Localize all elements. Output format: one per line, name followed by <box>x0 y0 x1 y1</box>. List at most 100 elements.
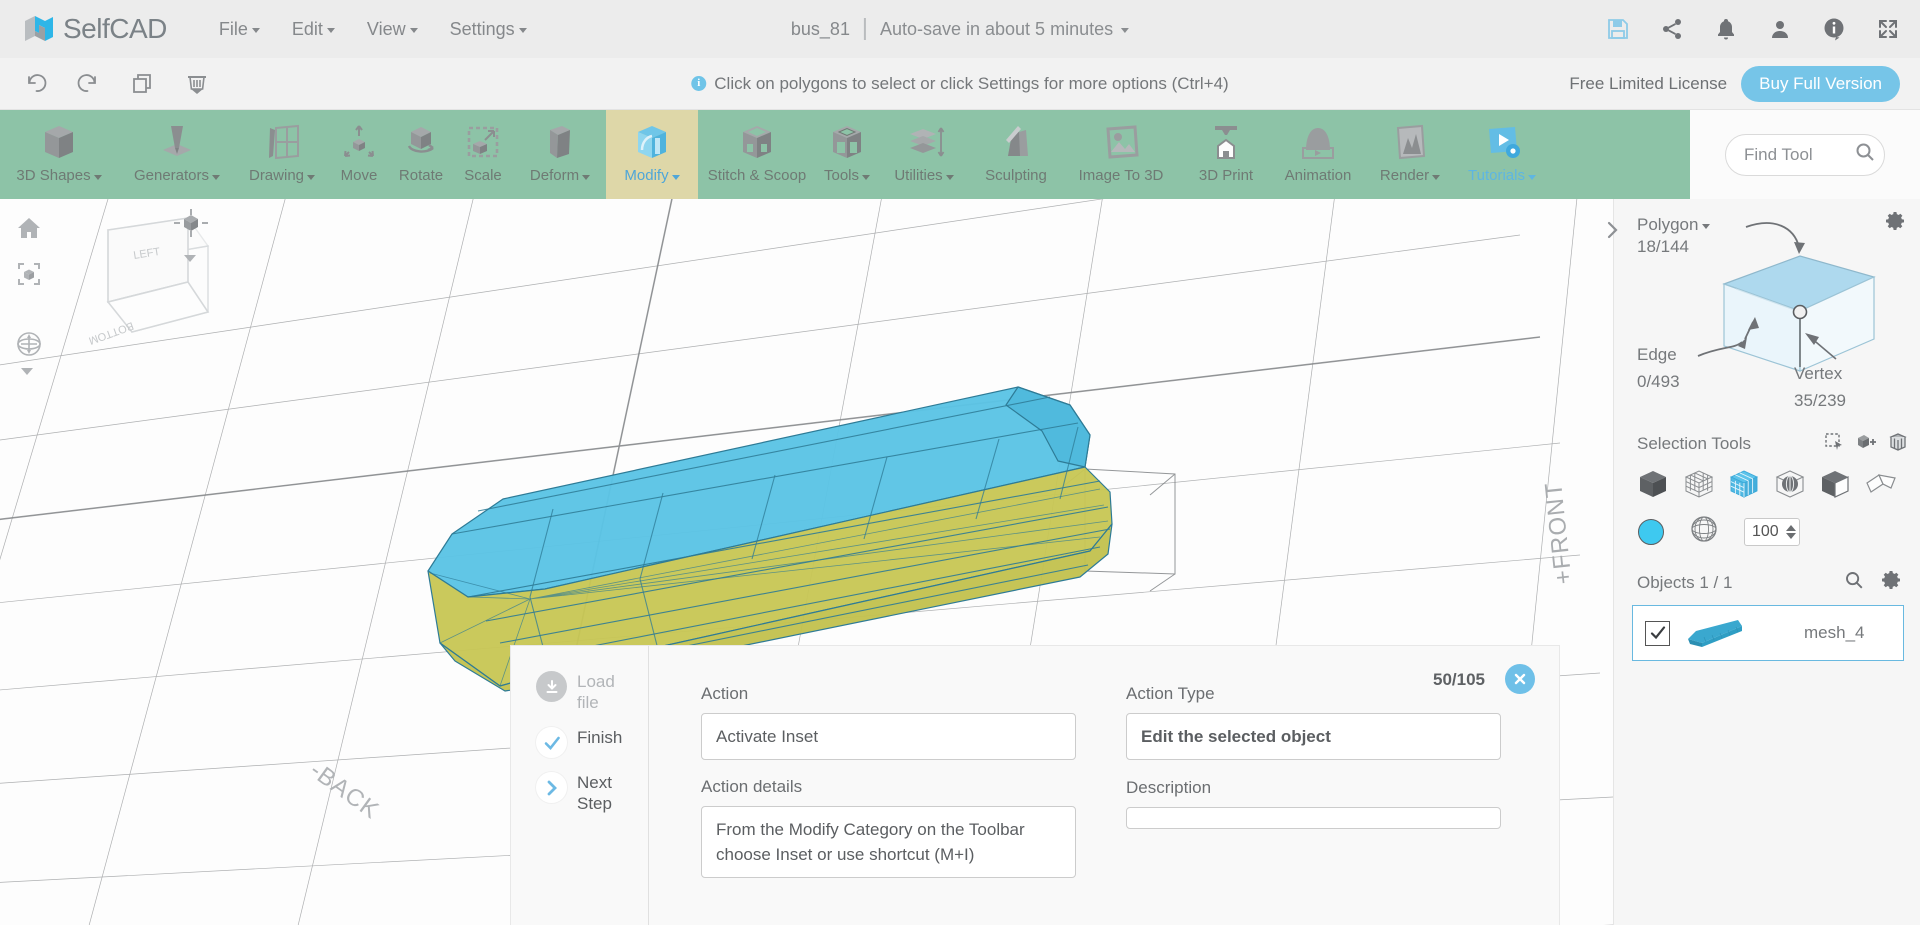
stepper-arrows-icon[interactable] <box>1786 524 1796 539</box>
menu-file[interactable]: File <box>203 13 276 46</box>
toolbar-label: Utilities <box>894 168 954 184</box>
opacity-stepper[interactable]: 100 <box>1744 517 1800 546</box>
autosave-status: Auto-save in about 5 minutes <box>879 18 1114 39</box>
toolbar-item-3d-shapes[interactable]: 3D Shapes <box>0 110 118 199</box>
toolbar-item-utilities[interactable]: Utilities <box>878 110 970 199</box>
texture-sphere-icon[interactable] <box>1690 515 1718 548</box>
buy-full-version-button[interactable]: Buy Full Version <box>1741 65 1900 102</box>
gear-icon[interactable] <box>1882 570 1902 595</box>
toolbar-item-3d-print[interactable]: 3D Print <box>1180 110 1272 199</box>
toolbar-item-drawing[interactable]: Drawing <box>236 110 328 199</box>
fit-to-view-icon[interactable] <box>14 259 44 289</box>
list-item[interactable]: mesh_4 <box>1632 605 1904 661</box>
title-divider <box>863 18 866 40</box>
through-select-icon[interactable] <box>1888 432 1908 457</box>
secondary-toolbar: i Click on polygons to select or click S… <box>0 58 1920 110</box>
polygon-select-icon[interactable] <box>1727 467 1761 501</box>
add-select-icon[interactable] <box>1856 432 1876 457</box>
hint-text: Click on polygons to select or click Set… <box>714 73 1229 93</box>
toolbar-item-image-to-3d[interactable]: Image To 3D <box>1062 110 1180 199</box>
user-account-icon[interactable] <box>1768 17 1792 41</box>
half-select-icon[interactable] <box>1818 467 1852 501</box>
redo-icon[interactable] <box>76 71 102 97</box>
toolbar-item-move[interactable]: Move <box>328 110 390 199</box>
action-type-field-value[interactable]: Edit the selected object <box>1126 713 1501 760</box>
orbit-icon[interactable] <box>14 329 44 359</box>
toolbar-item-tutorials[interactable]: Tutorials <box>1456 110 1548 199</box>
delete-trash-icon[interactable] <box>184 71 210 97</box>
vertex-select-icon[interactable] <box>1682 467 1716 501</box>
search-icon[interactable] <box>1844 570 1864 595</box>
action-field-label: Action <box>701 684 749 703</box>
viewcube-tools <box>172 207 210 268</box>
selection-mini-icons <box>1824 432 1908 457</box>
toolbar-label: 3D Shapes <box>16 168 102 184</box>
menu-edit[interactable]: Edit <box>276 13 351 46</box>
perspective-dropdown-caret-icon[interactable] <box>182 250 210 268</box>
generator-icon <box>153 116 201 168</box>
status-hint: i Click on polygons to select or click S… <box>691 73 1229 94</box>
object-select-icon[interactable] <box>1636 467 1670 501</box>
copy-icon[interactable] <box>130 71 156 97</box>
action-field-value[interactable]: Activate Inset <box>701 713 1076 760</box>
info-icon[interactable] <box>1822 17 1846 41</box>
orbit-dropdown-caret-icon[interactable] <box>19 363 44 381</box>
toolbar-item-tools[interactable]: Tools <box>816 110 878 199</box>
sphere-select-icon[interactable] <box>1773 467 1807 501</box>
home-view-icon[interactable] <box>14 213 44 243</box>
tutorial-step-finish[interactable]: Finish <box>536 727 648 758</box>
toolbar-item-animation[interactable]: Animation <box>1272 110 1364 199</box>
polygon-stat[interactable]: Polygon 18/144 <box>1637 215 1711 257</box>
deform-icon <box>536 116 584 168</box>
tutorial-step-label: Finish <box>577 728 623 747</box>
description-field-value[interactable] <box>1126 807 1501 829</box>
edge-stat: Edge 0/493 <box>1637 345 1680 392</box>
undo-icon[interactable] <box>22 71 48 97</box>
chevron-down-icon[interactable] <box>1702 224 1711 229</box>
render-icon <box>1386 116 1434 168</box>
perspective-toggle-icon[interactable] <box>172 209 210 245</box>
toolbar-item-generators[interactable]: Generators <box>118 110 236 199</box>
share-icon[interactable] <box>1660 17 1684 41</box>
toolbar-item-modify[interactable]: Modify <box>606 110 698 199</box>
object-visibility-checkbox[interactable] <box>1645 620 1670 646</box>
save-icon[interactable] <box>1606 17 1630 41</box>
close-icon[interactable] <box>1505 664 1535 694</box>
polygon-stat-value: 18/144 <box>1637 237 1689 256</box>
search-icon[interactable] <box>1854 141 1876 168</box>
check-icon <box>536 727 567 758</box>
view-cube[interactable]: LEFT BOTTOM <box>60 204 240 399</box>
selection-tools-header: Selection Tools <box>1614 429 1920 459</box>
tutorial-step-next[interactable]: Next Step <box>536 772 648 814</box>
brand-logo[interactable]: SelfCAD <box>22 12 167 46</box>
rect-select-icon[interactable] <box>1824 432 1844 457</box>
mesh-statistics: Polygon 18/144 Edge 0/493 Vertex 35/239 <box>1614 199 1920 429</box>
material-row: 100 <box>1614 501 1920 548</box>
toolbar-item-rotate[interactable]: Rotate <box>390 110 452 199</box>
menu-items: File Edit View Settings <box>203 13 543 46</box>
toolbar-item-sculpting[interactable]: Sculpting <box>970 110 1062 199</box>
toolbar-item-render[interactable]: Render <box>1364 110 1456 199</box>
tutorial-step-load-file[interactable]: Load file <box>536 671 648 713</box>
cube-icon <box>35 116 83 168</box>
notifications-bell-icon[interactable] <box>1714 17 1738 41</box>
menu-view-label: View <box>366 18 406 39</box>
tutorial-col-right: Action Type Edit the selected object Des… <box>1126 684 1501 878</box>
chevron-down-icon[interactable] <box>1121 28 1130 33</box>
hint-info-icon: i <box>691 76 707 91</box>
color-swatch[interactable] <box>1638 518 1664 545</box>
face-select-icon[interactable] <box>1864 467 1898 501</box>
find-tool-input[interactable]: Find Tool <box>1725 133 1885 176</box>
fullscreen-icon[interactable] <box>1876 17 1900 41</box>
menu-view[interactable]: View <box>351 13 434 46</box>
right-sidebar: Polygon 18/144 Edge 0/493 Vertex 35/239 … <box>1613 199 1920 925</box>
toolbar-item-scale[interactable]: Scale <box>452 110 514 199</box>
brand-name: SelfCAD <box>63 13 167 44</box>
toolbar-item-stitch-scoop[interactable]: Stitch & Scoop <box>698 110 816 199</box>
sculpting-icon <box>992 116 1040 168</box>
action-details-field-value[interactable]: From the Modify Category on the Toolbar … <box>701 806 1076 878</box>
panel-collapse-toggle[interactable] <box>1597 215 1627 245</box>
menu-settings[interactable]: Settings <box>434 13 543 46</box>
tutorial-fields: Action Activate Inset Action details Fro… <box>649 646 1559 878</box>
toolbar-item-deform[interactable]: Deform <box>514 110 606 199</box>
